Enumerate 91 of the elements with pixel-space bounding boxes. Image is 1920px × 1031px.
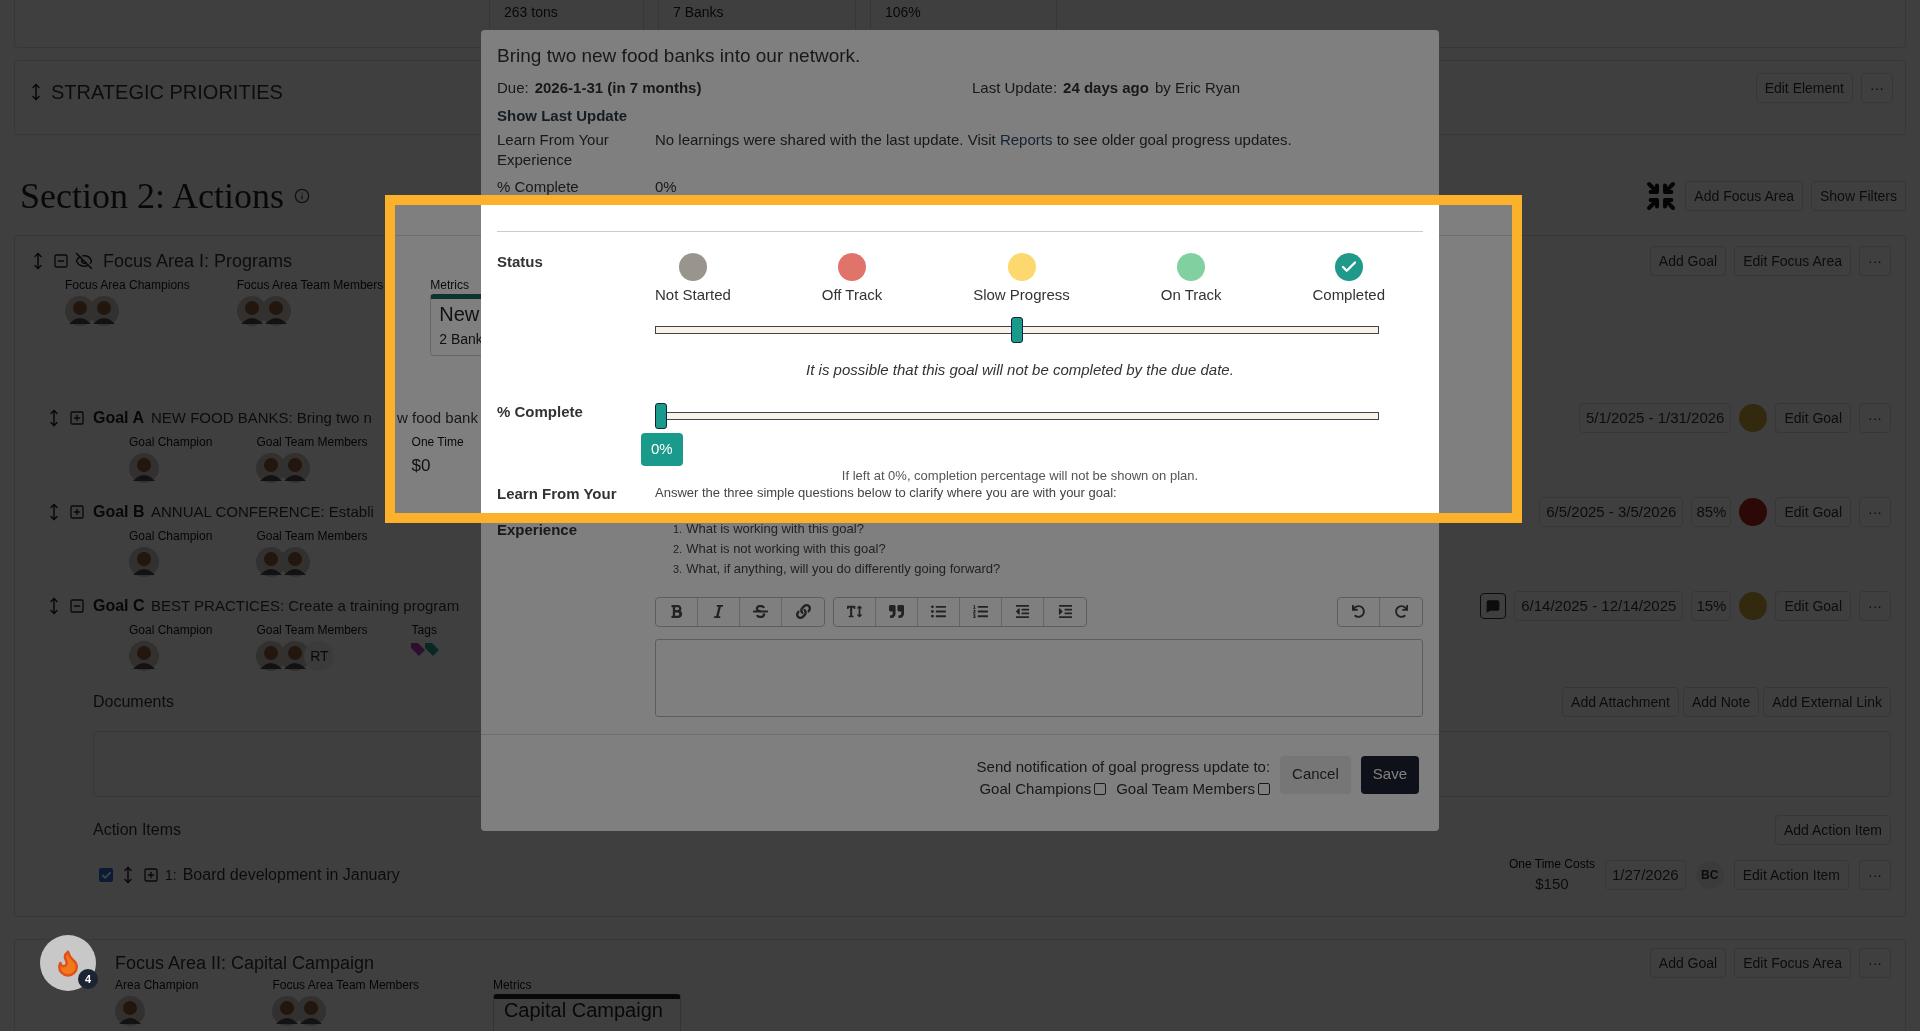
avatar-icon xyxy=(296,996,327,1026)
avatar-icon xyxy=(89,296,119,326)
field-label: Area Champion xyxy=(115,978,199,992)
percent-label: % Complete xyxy=(497,402,584,422)
save-button[interactable]: Save xyxy=(1360,755,1419,794)
field-label: Focus Area Champions xyxy=(65,278,190,292)
flame-button[interactable]: 4 xyxy=(40,935,96,991)
status-option[interactable]: Not Started xyxy=(655,284,731,307)
checkbox[interactable] xyxy=(1094,783,1107,796)
recipient-label: Goal Team Members xyxy=(1116,779,1256,799)
learn-intro: Answer the three simple questions below to clarify where you are with your goal: xyxy=(655,484,1118,501)
learnings-text: No learnings were shared with the last update. Visit Reports to see older goal progress updates. xyxy=(655,129,1293,150)
field-label: Goal Champion xyxy=(129,623,213,637)
cost-label: One Time Costs xyxy=(1508,856,1595,873)
notify-label: Send notification of goal progress update to: xyxy=(976,756,1271,777)
page-button[interactable]: ··· xyxy=(1859,948,1891,978)
question-text: What, if anything, will you do differently going forward? xyxy=(686,559,1001,578)
last-update-age: 24 days ago xyxy=(1063,77,1149,98)
field-label: Learn From Your Experience xyxy=(497,129,610,170)
learn-label: Experience xyxy=(497,520,579,539)
field-label: Metrics xyxy=(492,978,533,992)
collapse-all-icon[interactable] xyxy=(1645,180,1678,212)
field-label: Focus Area Team Members xyxy=(236,278,384,292)
metric-title: New xyxy=(439,302,481,327)
due-date: 2026-1-31 (in 7 months) xyxy=(534,77,702,98)
page-button[interactable]: ··· xyxy=(1859,403,1891,433)
question-number: 1. xyxy=(673,521,683,537)
percent-badge: 0% xyxy=(641,433,683,466)
notification-badge: 4 xyxy=(78,969,98,989)
learn-label: Learn From Your xyxy=(497,484,618,503)
avatar-icon xyxy=(129,641,159,671)
last-update-label: Last Update: xyxy=(972,77,1058,98)
avatar-icon xyxy=(129,453,159,483)
percent-note: If left at 0%, completion percentage will not be shown on plan. xyxy=(840,467,1200,484)
checkbox[interactable] xyxy=(99,868,113,883)
field-label: Goal Champion xyxy=(129,529,213,543)
last-update-author: by Eric Ryan xyxy=(1154,77,1240,98)
page-button[interactable]: ··· xyxy=(1859,591,1891,621)
cost-value: $0 xyxy=(411,455,432,477)
hidden-eye-icon[interactable] xyxy=(75,252,93,270)
field-label: % Complete xyxy=(497,176,580,197)
field-label: Goal Team Members xyxy=(256,529,368,543)
complete-value: 0% xyxy=(655,176,678,197)
expand-icon[interactable] xyxy=(143,867,159,884)
collapse-icon[interactable] xyxy=(53,253,69,269)
page-button[interactable]: ··· xyxy=(1859,860,1891,891)
slider-thumb[interactable] xyxy=(1011,316,1023,343)
avatar-icon xyxy=(129,547,159,577)
avatar-icon xyxy=(280,453,311,483)
status-option[interactable]: Off Track xyxy=(821,284,883,307)
status-option[interactable]: Slow Progress xyxy=(973,284,1070,307)
cancel-button[interactable]: Cancel xyxy=(1280,755,1351,794)
slider-thumb[interactable] xyxy=(655,403,667,429)
reports-link[interactable]: Reports xyxy=(999,130,1053,148)
page-button[interactable]: ··· xyxy=(1859,497,1891,527)
comment-icon xyxy=(1486,599,1501,613)
status-note: It is possible that this goal will not be completed by the due date. xyxy=(805,359,1235,380)
metric-value: 2 Bank xyxy=(439,330,484,349)
field-label: Goal Team Members xyxy=(256,435,368,449)
due-label: Due: xyxy=(497,77,529,98)
collapse-icon[interactable] xyxy=(69,598,85,614)
comment-button[interactable] xyxy=(1480,593,1507,619)
avatar-icon xyxy=(280,547,311,577)
field-label: Focus Area Team Members xyxy=(272,978,419,992)
recipient-label: Goal Champions xyxy=(979,779,1092,799)
question-text: What is not working with this goal? xyxy=(686,539,886,558)
check-icon[interactable] xyxy=(1334,253,1363,281)
expand-icon[interactable] xyxy=(69,410,85,426)
goal-title: w food bank xyxy=(397,407,478,428)
checkbox[interactable] xyxy=(1258,783,1271,796)
expand-icon[interactable] xyxy=(69,504,85,520)
dialog-title: Bring two new food banks into our network. xyxy=(497,44,862,68)
question-number: 2. xyxy=(673,541,683,557)
show-last-update-link[interactable]: Show Last Update xyxy=(497,105,1423,128)
field-label: Goal Champion xyxy=(129,435,213,449)
percent-slider[interactable] xyxy=(655,403,1379,429)
status-option[interactable]: On Track xyxy=(1160,284,1222,307)
avatar-icon xyxy=(115,996,145,1026)
question-text: What is working with this goal? xyxy=(686,519,864,538)
page-button[interactable]: ··· xyxy=(1859,246,1891,276)
question-number: 3. xyxy=(673,561,683,577)
field-label: Tags xyxy=(411,623,438,637)
page-button[interactable]: ··· xyxy=(1861,73,1893,103)
info-icon[interactable] xyxy=(294,188,310,204)
status-slider[interactable] xyxy=(655,316,1379,343)
status-label: Status xyxy=(497,252,544,272)
field-label: Goal Team Members xyxy=(256,623,368,637)
field-label: One Time xyxy=(411,435,464,449)
editor-field[interactable] xyxy=(655,638,1423,717)
status-option[interactable]: Completed xyxy=(1312,284,1385,307)
field-label: Metrics xyxy=(430,278,470,292)
